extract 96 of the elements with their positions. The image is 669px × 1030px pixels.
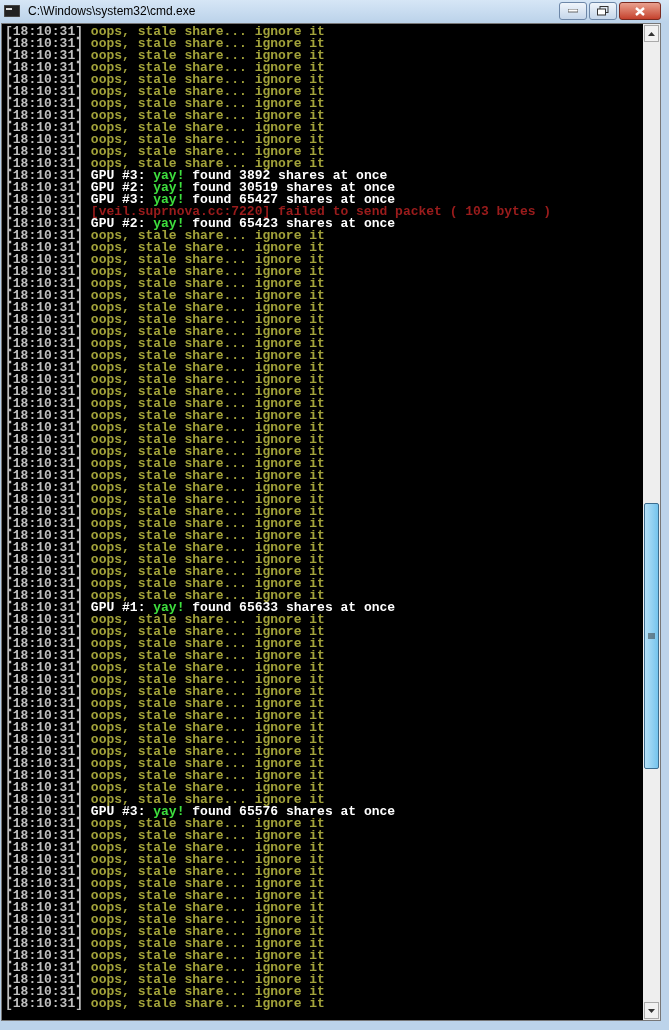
console-app-icon: [4, 5, 20, 17]
console-line: [18:10:31] oops, stale share... ignore it: [5, 662, 325, 674]
console-line: [18:10:31] oops, stale share... ignore it: [5, 326, 325, 338]
console-line: [18:10:31] oops, stale share... ignore it: [5, 530, 325, 542]
console-line: [18:10:31] oops, stale share... ignore it: [5, 422, 325, 434]
down-arrow-icon: [648, 1008, 655, 1013]
console-line: [18:10:31] GPU #1: yay! found 65633 shares at once: [5, 602, 396, 614]
console-line: [18:10:31] oops, stale share... ignore it: [5, 638, 325, 650]
console-line: [18:10:31] oops, stale share... ignore it: [5, 674, 325, 686]
console-line: [18:10:31] oops, stale share... ignore it: [5, 734, 325, 746]
console-line: [18:10:31] oops, stale share... ignore it: [5, 158, 325, 170]
console-line: [18:10:31] oops, stale share... ignore it: [5, 482, 325, 494]
console-line: [18:10:31] oops, stale share... ignore it: [5, 866, 325, 878]
console-line: [18:10:31] oops, stale share... ignore it: [5, 26, 325, 38]
close-button[interactable]: [619, 2, 661, 20]
console-line: [18:10:31] oops, stale share... ignore it: [5, 926, 325, 938]
console-line: [18:10:31] oops, stale share... ignore it: [5, 686, 325, 698]
console-line: [18:10:31] oops, stale share... ignore it: [5, 50, 325, 62]
close-icon: [635, 6, 645, 16]
console-line: [18:10:31] oops, stale share... ignore it: [5, 830, 325, 842]
scrollbar[interactable]: [643, 24, 660, 1020]
console-line: [18:10:31] oops, stale share... ignore it: [5, 302, 325, 314]
console-line: [18:10:31] oops, stale share... ignore it: [5, 938, 325, 950]
console-line: [18:10:31] oops, stale share... ignore it: [5, 230, 325, 242]
restore-icon: [597, 6, 609, 16]
console-line: [18:10:31] oops, stale share... ignore it: [5, 758, 325, 770]
console-line: [18:10:31] oops, stale share... ignore it: [5, 782, 325, 794]
console-line: [18:10:31] oops, stale share... ignore it: [5, 98, 325, 110]
console-line: [18:10:31] oops, stale share... ignore it: [5, 698, 325, 710]
console-line: [18:10:31] oops, stale share... ignore it: [5, 842, 325, 854]
console-line: [18:10:31] GPU #2: yay! found 30519 shares at once: [5, 182, 396, 194]
console-line: [18:10:31] oops, stale share... ignore it: [5, 278, 325, 290]
console-line: [18:10:31] oops, stale share... ignore it: [5, 458, 325, 470]
console-line: [18:10:31] [veil.suprnova.cc:7220] failed to send packet ( 103 bytes ): [5, 206, 552, 218]
console-line: [18:10:31] oops, stale share... ignore it: [5, 314, 325, 326]
console-line: [18:10:31] oops, stale share... ignore it: [5, 110, 325, 122]
console-line: [18:10:31] oops, stale share... ignore it: [5, 818, 325, 830]
console-line: [18:10:31] oops, stale share... ignore it: [5, 74, 325, 86]
console-line: [18:10:31] oops, stale share... ignore it: [5, 266, 325, 278]
scroll-up-button[interactable]: [644, 25, 659, 42]
scrollbar-thumb[interactable]: [644, 503, 659, 769]
console-line: [18:10:31] oops, stale share... ignore it: [5, 398, 325, 410]
console-line: [18:10:31] oops, stale share... ignore it: [5, 650, 325, 662]
console-line: [18:10:31] oops, stale share... ignore it: [5, 962, 325, 974]
console-line: [18:10:31] oops, stale share... ignore it: [5, 242, 325, 254]
console-line: [18:10:31] oops, stale share... ignore it: [5, 38, 325, 50]
console-line: [18:10:31] oops, stale share... ignore it: [5, 338, 325, 350]
console-line: [18:10:31] oops, stale share... ignore it: [5, 362, 325, 374]
console-line: [18:10:31] oops, stale share... ignore it: [5, 914, 325, 926]
console-line: [18:10:31] oops, stale share... ignore it: [5, 722, 325, 734]
console-line: [18:10:31] oops, stale share... ignore it: [5, 794, 325, 806]
console-line: [18:10:31] oops, stale share... ignore it: [5, 254, 325, 266]
console-line: [18:10:31] oops, stale share... ignore it: [5, 350, 325, 362]
console-line: [18:10:31] oops, stale share... ignore it: [5, 62, 325, 74]
console-line: [18:10:31] oops, stale share... ignore it: [5, 770, 325, 782]
console-line: [18:10:31] oops, stale share... ignore it: [5, 590, 325, 602]
console-line: [18:10:31] GPU #2: yay! found 65423 shares at once: [5, 218, 396, 230]
console-line: [18:10:31] oops, stale share... ignore it: [5, 470, 325, 482]
console-line: [18:10:31] oops, stale share... ignore it: [5, 494, 325, 506]
console-line: [18:10:31] oops, stale share... ignore it: [5, 386, 325, 398]
console-line: [18:10:31] oops, stale share... ignore it: [5, 434, 325, 446]
console-line: [18:10:31] oops, stale share... ignore it: [5, 566, 325, 578]
console-line: [18:10:31] oops, stale share... ignore it: [5, 578, 325, 590]
restore-button[interactable]: [589, 2, 617, 20]
console-line: [18:10:31] oops, stale share... ignore it: [5, 626, 325, 638]
console-line: [18:10:31] oops, stale share... ignore it: [5, 146, 325, 158]
console-line: [18:10:31] oops, stale share... ignore it: [5, 290, 325, 302]
console-line: [18:10:31] oops, stale share... ignore it: [5, 950, 325, 962]
console-line: [18:10:31] oops, stale share... ignore it: [5, 446, 325, 458]
console-line: [18:10:31] oops, stale share... ignore it: [5, 974, 325, 986]
console-line: [18:10:31] oops, stale share... ignore it: [5, 710, 325, 722]
console-line: [18:10:31] oops, stale share... ignore it: [5, 122, 325, 134]
console-line: [18:10:31] oops, stale share... ignore it: [5, 410, 325, 422]
window-title: C:\Windows\system32\cmd.exe: [28, 3, 196, 20]
console-line: [18:10:31] GPU #3: yay! found 65576 shares at once: [5, 806, 396, 818]
console-line: [18:10:31] oops, stale share... ignore it: [5, 878, 325, 890]
console-line: [18:10:31] GPU #3: yay! found 3892 shares at once: [5, 170, 388, 182]
console-line: [18:10:31] oops, stale share... ignore it: [5, 902, 325, 914]
console-line: [18:10:31] oops, stale share... ignore it: [5, 554, 325, 566]
console-line: [18:10:31] oops, stale share... ignore it: [5, 746, 325, 758]
console-line: [18:10:31] oops, stale share... ignore it: [5, 542, 325, 554]
console-line: [18:10:31] oops, stale share... ignore it: [5, 986, 325, 998]
console-line: [18:10:31] oops, stale share... ignore it: [5, 614, 325, 626]
console-line: [18:10:31] oops, stale share... ignore it: [5, 374, 325, 386]
console-line: [18:10:31] GPU #3: yay! found 65427 shares at once: [5, 194, 396, 206]
grip-icon: [648, 632, 655, 640]
console-line: [18:10:31] oops, stale share... ignore it: [5, 86, 325, 98]
console-line: [18:10:31] oops, stale share... ignore it: [5, 518, 325, 530]
minimize-icon: [568, 9, 578, 13]
console-line: [18:10:31] oops, stale share... ignore it: [5, 134, 325, 146]
scroll-down-button[interactable]: [644, 1002, 659, 1019]
console-line: [18:10:31] oops, stale share... ignore it: [5, 506, 325, 518]
console-line: [18:10:31] oops, stale share... ignore it: [5, 890, 325, 902]
console-line: [18:10:31] oops, stale share... ignore it: [5, 854, 325, 866]
console-line: [18:10:31] oops, stale share... ignore it: [5, 998, 325, 1010]
up-arrow-icon: [648, 31, 655, 36]
